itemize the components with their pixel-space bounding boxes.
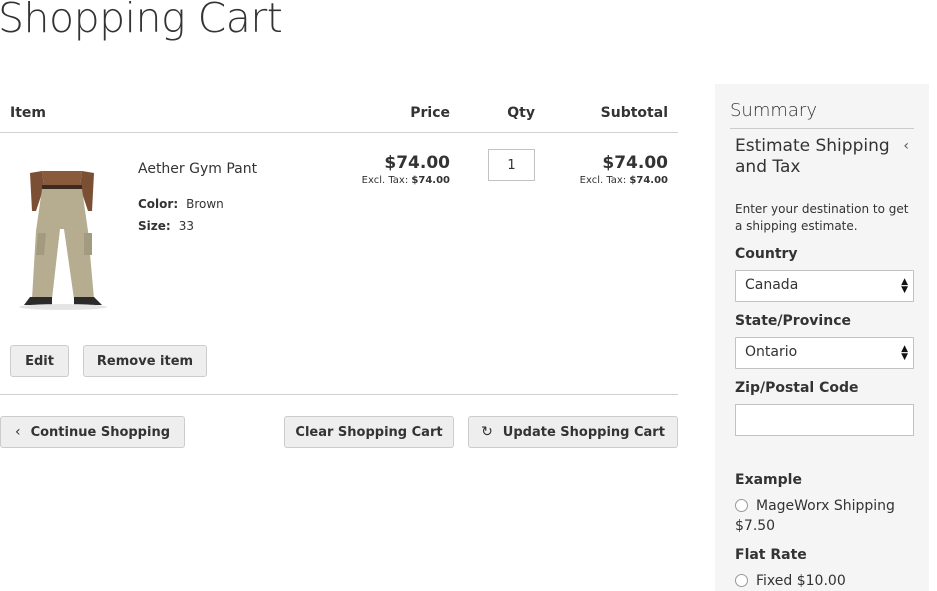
update-cart-button[interactable]: ↻ Update Shopping Cart bbox=[468, 416, 678, 448]
zip-label: Zip/Postal Code bbox=[735, 380, 859, 396]
zip-input[interactable] bbox=[735, 404, 914, 436]
excl-tax-value: $74.00 bbox=[629, 175, 668, 186]
radio-button[interactable] bbox=[735, 499, 748, 512]
cart-summary: Summary Estimate Shipping and Tax ‹ Ente… bbox=[715, 84, 929, 591]
continue-shopping-label: Continue Shopping bbox=[30, 424, 171, 440]
cart-item-row: Aether Gym Pant Color: Brown Size: 33 $74.… bbox=[0, 133, 678, 395]
subtotal-excl-tax: Excl. Tax: $74.00 bbox=[580, 175, 668, 186]
column-header-qty: Qty bbox=[507, 105, 535, 121]
rate-price: $7.50 bbox=[735, 518, 776, 534]
page-title: Shopping Cart bbox=[0, 0, 283, 42]
cart-table: Item Price Qty Subtotal Aether Gym Pant … bbox=[0, 96, 678, 395]
column-header-item: Item bbox=[10, 105, 46, 121]
rate-method: MageWorx Shipping bbox=[756, 498, 895, 514]
chevron-left-icon[interactable]: ‹ bbox=[903, 138, 909, 154]
item-subtotal: $74.00 Excl. Tax: $74.00 bbox=[580, 153, 668, 186]
excl-tax-label: Excl. Tax: bbox=[579, 175, 627, 186]
price-excl-tax: Excl. Tax: $74.00 bbox=[362, 175, 450, 186]
remove-item-button[interactable]: Remove item bbox=[83, 345, 207, 377]
radio-button[interactable] bbox=[735, 574, 748, 587]
continue-shopping-button[interactable]: ‹ Continue Shopping bbox=[0, 416, 185, 448]
excl-tax-value: $74.00 bbox=[411, 175, 450, 186]
state-selected-value: Ontario bbox=[745, 344, 798, 360]
price-value: $74.00 bbox=[384, 153, 450, 173]
chevron-left-icon: ‹ bbox=[14, 424, 21, 440]
estimate-note: Enter your destination to get a shipping… bbox=[735, 202, 909, 233]
country-label: Country bbox=[735, 246, 798, 262]
product-option-size: Size: 33 bbox=[138, 219, 194, 233]
item-price: $74.00 Excl. Tax: $74.00 bbox=[362, 153, 450, 186]
state-label: State/Province bbox=[735, 313, 851, 329]
select-arrows-icon: ▲ ▼ bbox=[901, 277, 908, 295]
country-selected-value: Canada bbox=[745, 277, 799, 293]
product-name-link[interactable]: Aether Gym Pant bbox=[138, 161, 257, 177]
summary-divider bbox=[730, 128, 914, 129]
product-option-color: Color: Brown bbox=[138, 197, 224, 211]
select-arrows-icon: ▲ ▼ bbox=[901, 344, 908, 362]
subtotal-value: $74.00 bbox=[602, 153, 668, 173]
product-image[interactable] bbox=[8, 171, 118, 311]
update-cart-label: Update Shopping Cart bbox=[502, 424, 665, 440]
option-label: Color: bbox=[138, 197, 179, 211]
rate-method: Fixed bbox=[756, 573, 793, 589]
shipping-rate-option[interactable]: MageWorx Shipping $7.50 bbox=[735, 496, 915, 536]
column-header-price: Price bbox=[410, 105, 450, 121]
state-select[interactable]: Ontario ▲ ▼ bbox=[735, 337, 914, 369]
option-label: Size: bbox=[138, 219, 171, 233]
carrier-title: Flat Rate bbox=[735, 547, 807, 563]
cart-table-header: Item Price Qty Subtotal bbox=[0, 96, 678, 133]
summary-title: Summary bbox=[730, 100, 817, 121]
clear-cart-button[interactable]: Clear Shopping Cart bbox=[284, 416, 454, 448]
rate-price: $10.00 bbox=[796, 573, 846, 589]
edit-item-button[interactable]: Edit bbox=[10, 345, 69, 377]
qty-input[interactable] bbox=[488, 149, 535, 181]
excl-tax-label: Excl. Tax: bbox=[361, 175, 409, 186]
estimate-shipping-toggle[interactable]: Estimate Shipping and Tax bbox=[735, 136, 895, 178]
country-select[interactable]: Canada ▲ ▼ bbox=[735, 270, 914, 302]
column-header-subtotal: Subtotal bbox=[600, 105, 668, 121]
shipping-rate-option[interactable]: Fixed $10.00 bbox=[735, 571, 846, 591]
refresh-icon: ↻ bbox=[481, 424, 493, 440]
carrier-title: Example bbox=[735, 472, 802, 488]
option-value: 33 bbox=[178, 219, 194, 233]
option-value: Brown bbox=[186, 197, 224, 211]
